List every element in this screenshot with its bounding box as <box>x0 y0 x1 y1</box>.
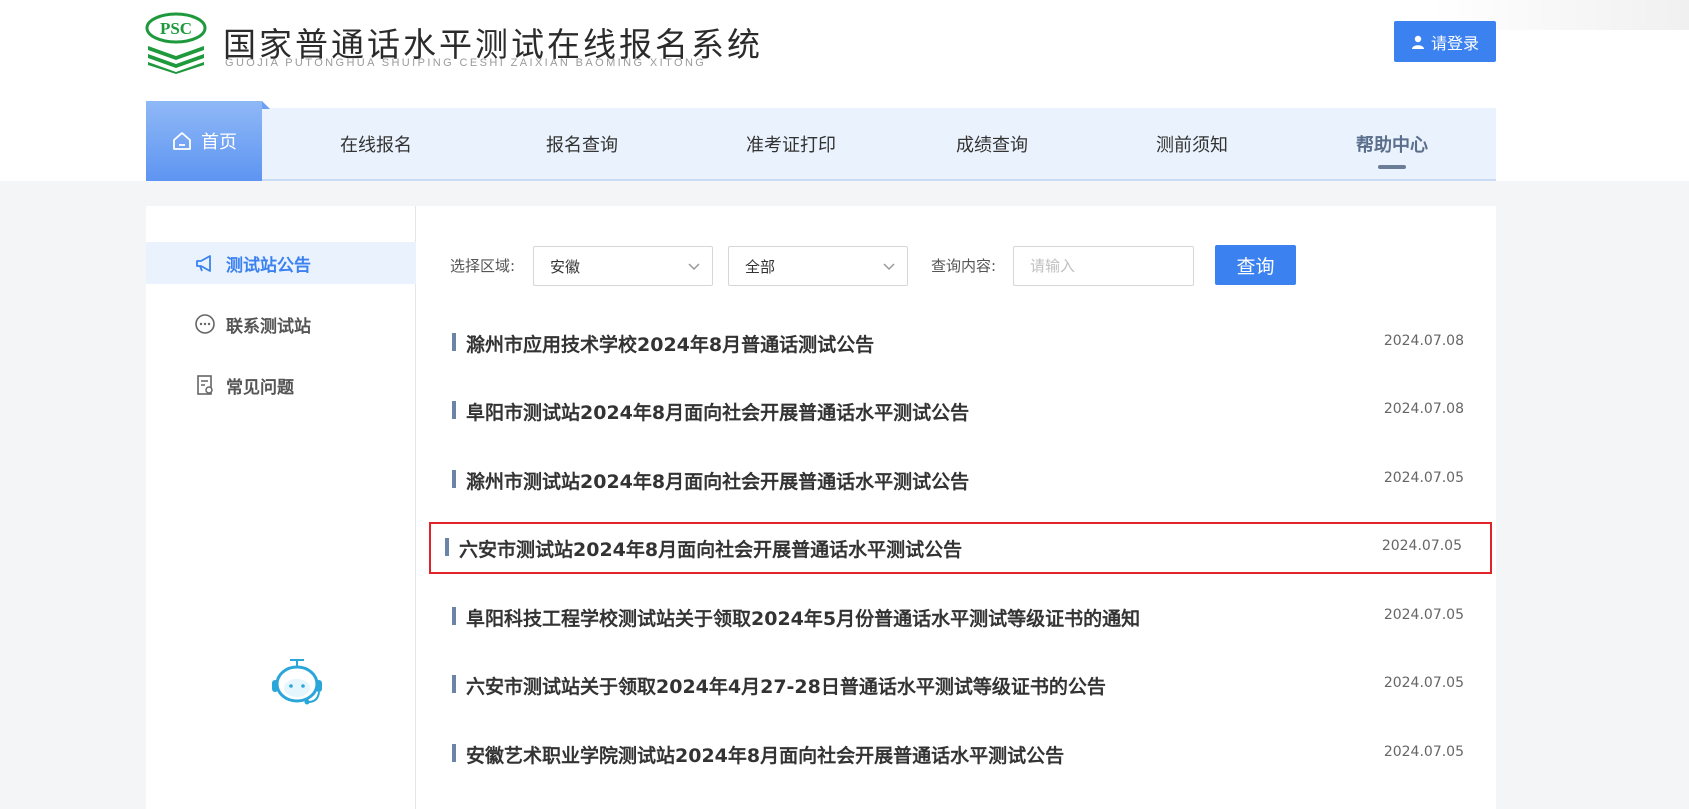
active-indicator <box>1378 165 1406 169</box>
notice-title[interactable]: 阜阳市测试站2024年8月面向社会开展普通话水平测试公告 <box>466 398 969 425</box>
city-select[interactable]: 全部 <box>728 246 908 286</box>
bullet-bar <box>452 470 456 488</box>
sidebar-label-announcements: 测试站公告 <box>226 255 311 276</box>
sidebar-item-faq[interactable]: 常见问题 <box>146 364 416 406</box>
content-panel: 测试站公告 联系测试站 常见问题 选择区域: 安徽 全部 查询内容: 请输入 查… <box>146 206 1496 809</box>
main-nav: 首页 在线报名 报名查询 准考证打印 成绩查询 测前须知 帮助中心 <box>146 101 1496 181</box>
bullet-bar <box>452 675 456 693</box>
notice-item[interactable]: 滁州市应用技术学校2024年8月普通话测试公告 2024.07.08 <box>436 317 1494 369</box>
nav-item-admission-print[interactable]: 准考证打印 <box>716 108 866 179</box>
bullet-bar <box>452 333 456 351</box>
query-label: 查询内容: <box>931 257 997 275</box>
notice-title[interactable]: 六安市测试站2024年8月面向社会开展普通话水平测试公告 <box>459 535 962 562</box>
notice-date: 2024.07.08 <box>1383 333 1464 349</box>
notice-title[interactable]: 滁州市测试站2024年8月面向社会开展普通话水平测试公告 <box>466 467 969 494</box>
city-value: 全部 <box>745 257 776 276</box>
login-label: 请登录 <box>1430 33 1479 53</box>
site-logo[interactable]: PSC 国家普通话水平测试在线报名系统 GUOJIA PUTONGHUA SHU… <box>145 12 760 74</box>
province-value: 安徽 <box>550 257 581 276</box>
notice-date: 2024.07.05 <box>1383 744 1464 760</box>
nav-item-home[interactable]: 首页 <box>146 101 270 181</box>
user-icon <box>1411 35 1424 49</box>
notice-title[interactable]: 阜阳科技工程学校测试站关于领取2024年5月份普通话水平测试等级证书的通知 <box>466 604 1140 631</box>
nav-label-help: 帮助中心 <box>1356 134 1428 156</box>
notice-title[interactable]: 滁州市应用技术学校2024年8月普通话测试公告 <box>466 330 874 357</box>
bullet-bar <box>445 538 449 556</box>
notice-date: 2024.07.05 <box>1383 607 1464 623</box>
region-label: 选择区域: <box>450 257 516 275</box>
notice-date: 2024.07.08 <box>1383 401 1464 417</box>
nav-label-home: 首页 <box>201 132 237 153</box>
query-button[interactable]: 查询 <box>1215 245 1296 285</box>
nav-item-online-registration[interactable]: 在线报名 <box>316 108 436 179</box>
chevron-down-icon <box>883 263 895 271</box>
notice-item[interactable]: 阜阳市测试站2024年8月面向社会开展普通话水平测试公告 2024.07.08 <box>436 385 1494 437</box>
notice-item[interactable]: 阜阳科技工程学校测试站关于领取2024年5月份普通话水平测试等级证书的通知 20… <box>436 591 1494 643</box>
notice-item[interactable]: 安徽艺术职业学院测试站2024年8月面向社会开展普通话水平测试公告 2024.0… <box>436 728 1494 780</box>
megaphone-icon <box>196 255 211 272</box>
notice-title[interactable]: 六安市测试站关于领取2024年4月27-28日普通话水平测试等级证书的公告 <box>466 672 1106 699</box>
sidebar-item-announcements[interactable]: 测试站公告 <box>146 242 416 284</box>
nav-item-pre-test-notice[interactable]: 测前须知 <box>1132 108 1252 179</box>
nav-item-score-query[interactable]: 成绩查询 <box>932 108 1052 179</box>
province-select[interactable]: 安徽 <box>533 246 713 286</box>
sidebar-label-faq: 常见问题 <box>226 377 294 398</box>
nav-item-help-center[interactable]: 帮助中心 <box>1332 108 1452 179</box>
nav-item-registration-query[interactable]: 报名查询 <box>522 108 642 179</box>
bullet-bar <box>452 401 456 419</box>
site-subtitle: GUOJIA PUTONGHUA SHUIPING CESHI ZAIXIAN … <box>225 57 707 69</box>
sidebar: 测试站公告 联系测试站 常见问题 <box>146 206 416 809</box>
chat-icon <box>195 314 215 334</box>
login-button[interactable]: 请登录 <box>1394 21 1496 62</box>
home-icon <box>173 132 191 150</box>
document-icon <box>197 375 213 395</box>
bullet-bar <box>452 607 456 625</box>
robot-assistant-icon[interactable] <box>268 656 326 708</box>
search-input[interactable] <box>1013 246 1194 286</box>
chevron-down-icon <box>688 263 700 271</box>
notice-date: 2024.07.05 <box>1381 538 1462 554</box>
svg-text:PSC: PSC <box>160 19 192 38</box>
notice-date: 2024.07.05 <box>1383 470 1464 486</box>
notice-item[interactable]: 六安市测试站关于领取2024年4月27-28日普通话水平测试等级证书的公告 20… <box>436 659 1494 711</box>
notice-item[interactable]: 滁州市测试站2024年8月面向社会开展普通话水平测试公告 2024.07.05 <box>436 454 1494 506</box>
psc-logo-icon: PSC <box>145 12 207 74</box>
sidebar-item-contact[interactable]: 联系测试站 <box>146 303 416 345</box>
sidebar-label-contact: 联系测试站 <box>226 316 311 337</box>
notice-item-highlighted[interactable]: 六安市测试站2024年8月面向社会开展普通话水平测试公告 2024.07.05 <box>429 522 1492 574</box>
bullet-bar <box>452 744 456 762</box>
notice-date: 2024.07.05 <box>1383 675 1464 691</box>
notice-title[interactable]: 安徽艺术职业学院测试站2024年8月面向社会开展普通话水平测试公告 <box>466 741 1064 768</box>
